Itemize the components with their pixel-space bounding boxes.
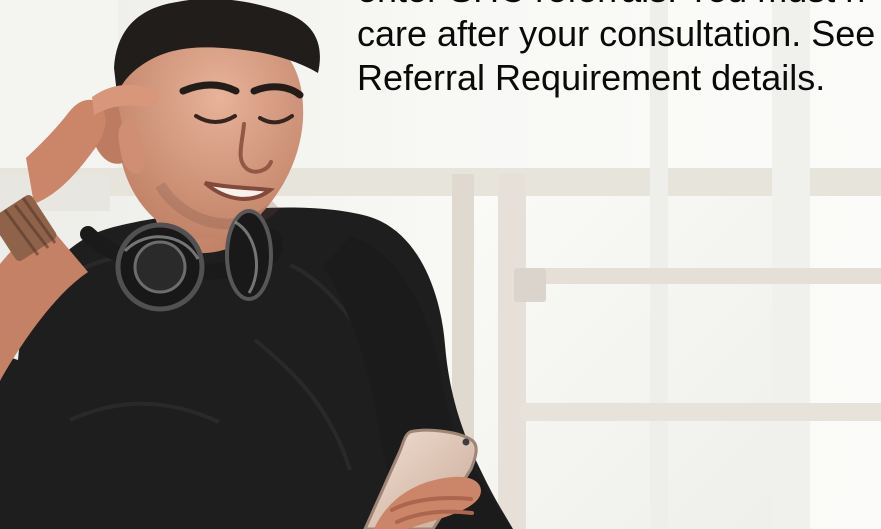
caption-line-1: enter SHC referrals. You must h [357,0,881,12]
caption-line-3: Referral Requirement details. [357,57,826,98]
caption-line-2: care after your consultation. See [357,13,876,54]
referral-hero-section: enter SHC referrals. You must h care aft… [0,0,881,529]
referral-caption: enter SHC referrals. You must h care aft… [357,0,881,100]
